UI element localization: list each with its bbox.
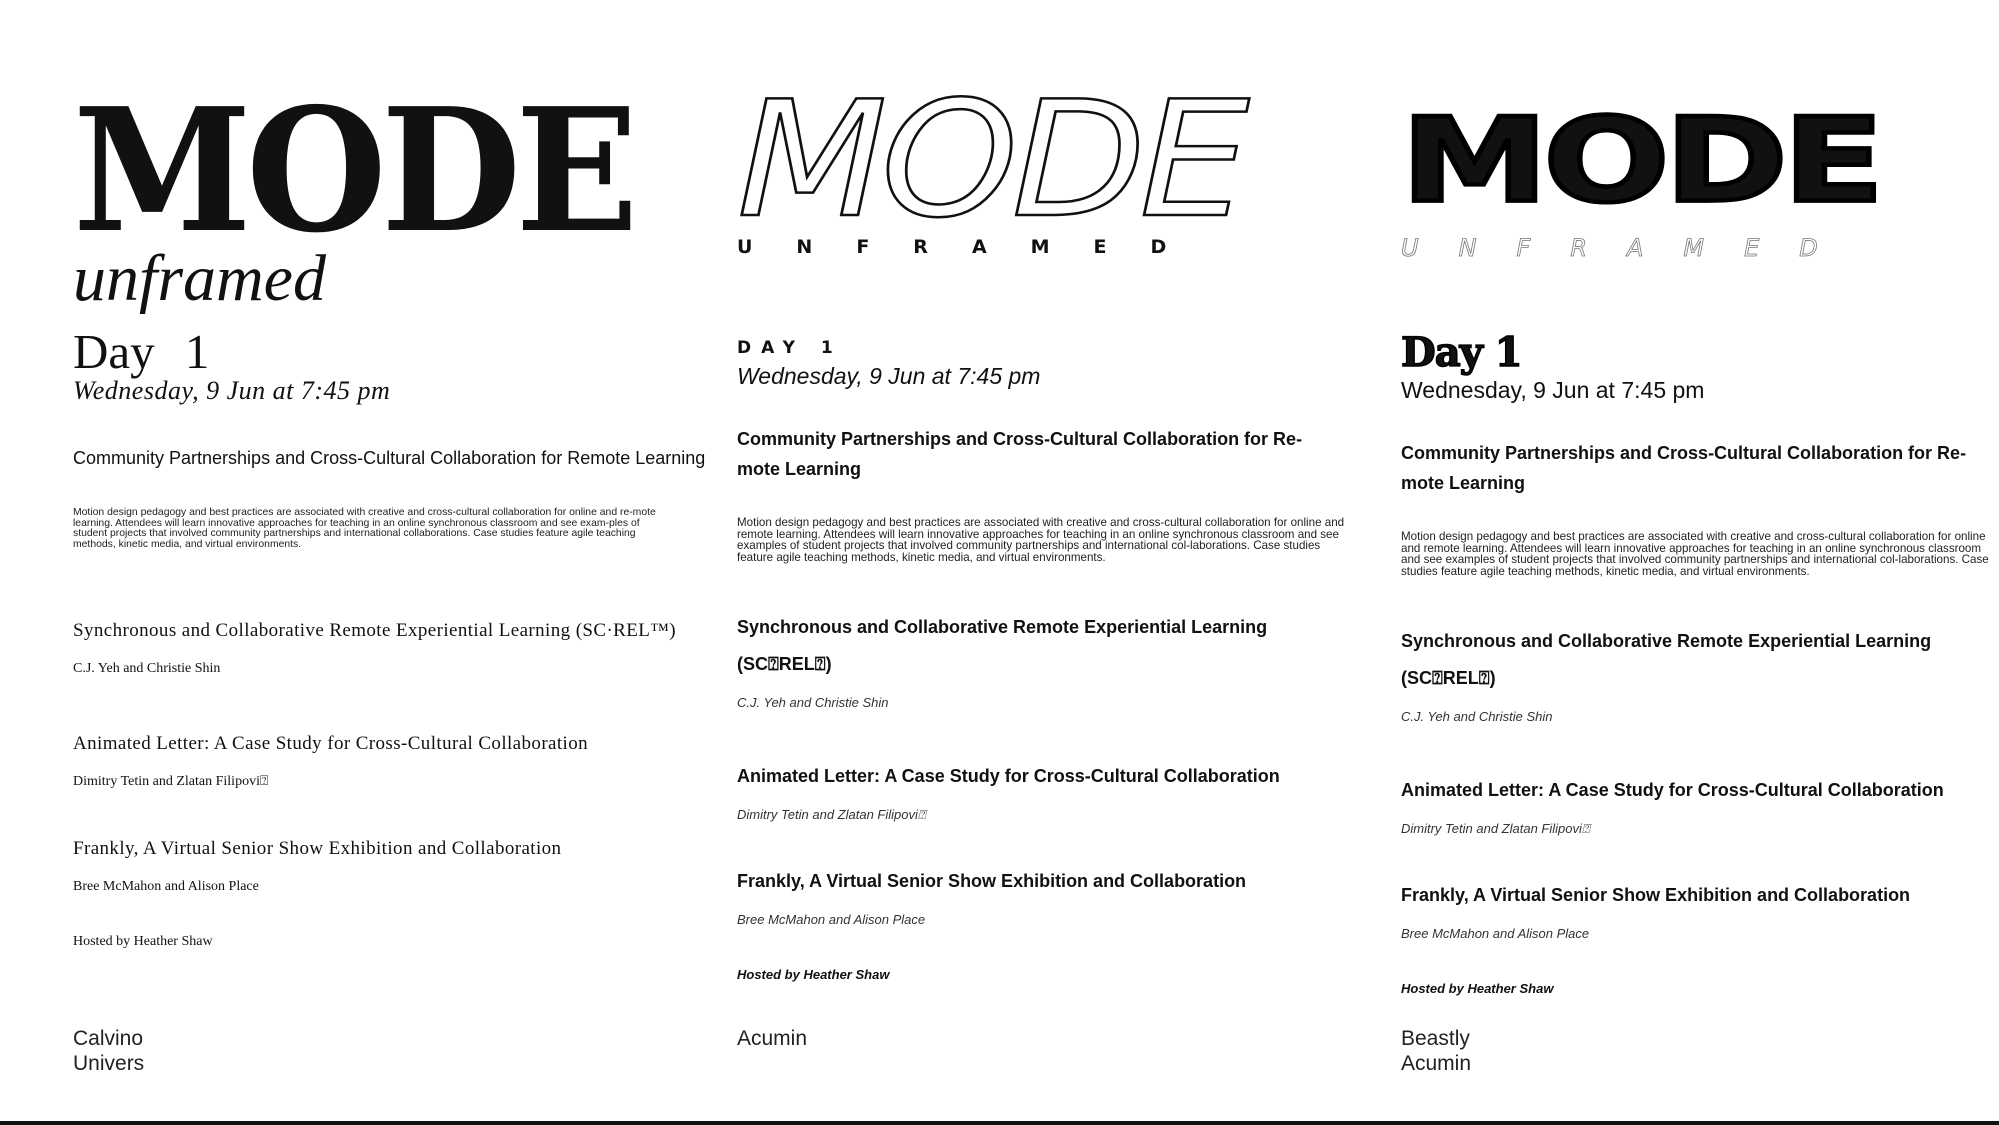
host-credit: Hosted by Heather Shaw (737, 967, 890, 982)
specimen-column-calvino-univers: MODE unframed Day 1 Wednesday, 9 Jun at … (73, 0, 705, 1125)
event-date: Wednesday, 9 Jun at 7:45 pm (73, 376, 391, 405)
talk-2-title: Synchronous and Collaborative Remote Exp… (73, 620, 677, 641)
event-date: Wednesday, 9 Jun at 7:45 pm (737, 363, 1041, 389)
talk-1-description: Motion design pedagogy and best practice… (73, 507, 656, 550)
talk-3-authors: Dimitry Tetin and Zlatan Filipovi⍰ (1401, 821, 1590, 836)
font-name-secondary: Univers (73, 1052, 145, 1075)
host-credit: Hosted by Heather Shaw (1401, 981, 1554, 996)
talk-3-title: Animated Letter: A Case Study for Cross-… (737, 766, 1280, 786)
day-heading: Day 1 (73, 324, 210, 379)
host-credit: Hosted by Heather Shaw (73, 934, 213, 949)
talk-1-title: Community Partnerships and Cross-Cultura… (73, 448, 706, 468)
mode-logo: MODE (736, 66, 1251, 253)
talk-4-authors: Bree McMahon and Alison Place (1401, 926, 1590, 941)
unframed-subtitle: UNFRAMED (737, 236, 1211, 258)
font-name-primary: Beastly (1401, 1027, 1470, 1050)
talk-2-title: Synchronous and Collaborative Remote Exp… (1401, 631, 1932, 688)
talk-2-title: Synchronous and Collaborative Remote Exp… (737, 617, 1268, 674)
talk-1-title: Community Partnerships and Cross-Cultura… (1401, 443, 1967, 493)
talk-3-authors: Dimitry Tetin and Zlatan Filipovi⍰ (737, 807, 926, 822)
day-heading: Day 1 (1400, 329, 1523, 376)
talk-2-authors: C.J. Yeh and Christie Shin (73, 661, 221, 676)
talk-2-authors: C.J. Yeh and Christie Shin (737, 695, 889, 710)
specimen-column-acumin: MODE UNFRAMED DAY 1 Wednesday, 9 Jun at … (736, 0, 1357, 1125)
event-date: Wednesday, 9 Jun at 7:45 pm (1401, 377, 1705, 403)
talk-4-authors: Bree McMahon and Alison Place (73, 879, 259, 894)
talk-4-title: Frankly, A Virtual Senior Show Exhibitio… (1401, 885, 1911, 905)
talk-2-authors: C.J. Yeh and Christie Shin (1401, 709, 1553, 724)
talk-1-title: Community Partnerships and Cross-Cultura… (737, 429, 1303, 479)
font-name-primary: Acumin (737, 1027, 808, 1050)
talk-1-description: Motion design pedagogy and best practice… (737, 516, 1345, 564)
talk-3-authors: Dimitry Tetin and Zlatan Filipovi⍰ (73, 774, 269, 789)
unframed-subtitle: UNFRAMED (1401, 234, 1858, 262)
mode-logo: MODE (73, 71, 639, 271)
mode-logo: MODE (1398, 93, 1887, 229)
talk-1-description: Motion design pedagogy and best practice… (1401, 530, 1989, 578)
talk-4-title: Frankly, A Virtual Senior Show Exhibitio… (73, 838, 562, 859)
specimen-column-beastly-acumin: MODE UNFRAMED Day 1 Wednesday, 9 Jun at … (1398, 0, 1999, 1125)
font-name-primary: Calvino (73, 1027, 144, 1050)
talk-4-title: Frankly, A Virtual Senior Show Exhibitio… (737, 871, 1247, 891)
font-name-secondary: Acumin (1401, 1052, 1472, 1075)
talk-3-title: Animated Letter: A Case Study for Cross-… (73, 733, 589, 754)
talk-4-authors: Bree McMahon and Alison Place (737, 912, 926, 927)
day-heading: DAY 1 (737, 338, 843, 358)
bottom-rule (0, 1121, 1999, 1125)
unframed-subtitle: unframed (73, 242, 326, 315)
talk-3-title: Animated Letter: A Case Study for Cross-… (1401, 780, 1944, 800)
